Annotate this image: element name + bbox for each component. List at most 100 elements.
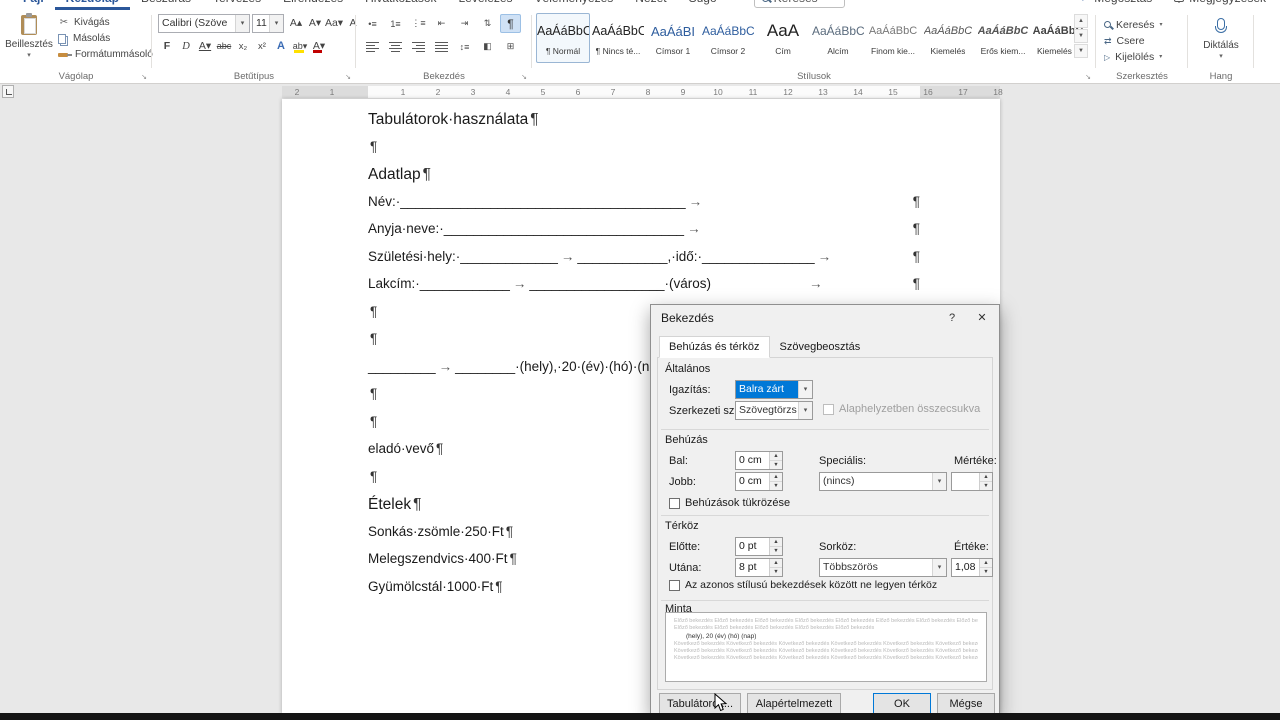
- dialog-launcher-icon[interactable]: ↘: [521, 73, 527, 81]
- close-button[interactable]: ✕: [967, 306, 997, 330]
- gallery-down-button[interactable]: ▼: [1074, 29, 1088, 43]
- indent-right-spinner[interactable]: 0 cm ▲ ▼: [735, 472, 783, 491]
- spin-up-icon[interactable]: ▲: [770, 473, 782, 481]
- search-box[interactable]: Keresés: [753, 0, 845, 8]
- chevron-down-icon[interactable]: ▾: [235, 15, 249, 32]
- spin-down-icon[interactable]: ▼: [770, 460, 782, 469]
- help-button[interactable]: ?: [937, 306, 967, 330]
- font-color-button[interactable]: A▾: [310, 37, 328, 55]
- justify-button[interactable]: [431, 37, 452, 56]
- tab-levelezés[interactable]: Levelezés: [448, 0, 524, 10]
- spin-down-icon[interactable]: ▼: [980, 567, 992, 576]
- borders-button[interactable]: ⊞: [500, 37, 521, 56]
- set-default-button[interactable]: Alapértelmezett: [747, 693, 841, 714]
- style-kiemelés[interactable]: AaÁáBbC Kiemelés: [921, 13, 975, 63]
- font-size-combo[interactable]: 11 ▾: [252, 14, 284, 33]
- chevron-down-icon[interactable]: ▾: [798, 381, 812, 398]
- italic-button[interactable]: D: [177, 37, 195, 55]
- sort-button[interactable]: ⇅: [477, 14, 498, 33]
- spin-up-icon[interactable]: ▲: [980, 473, 992, 481]
- tab-stop-selector[interactable]: [2, 85, 14, 98]
- style-alcím[interactable]: AaÁáBbC Alcím: [811, 13, 865, 63]
- tab-beszúrás[interactable]: Beszúrás: [130, 0, 202, 10]
- chevron-down-icon[interactable]: ▾: [932, 473, 946, 490]
- style-cím[interactable]: AaA Cím: [756, 13, 810, 63]
- line-spacing-combo[interactable]: Többszörös ▾: [819, 558, 947, 577]
- at-spinner[interactable]: 1,08 ▲ ▼: [951, 558, 993, 577]
- alignment-combo[interactable]: Balra zárt ▾: [735, 380, 813, 399]
- tab-véleményezés[interactable]: Véleményezés: [524, 0, 625, 10]
- gallery-expand-button[interactable]: ▼: [1074, 44, 1088, 58]
- find-button[interactable]: Keresés ▾: [1104, 17, 1163, 32]
- no-space-same-style-checkbox[interactable]: Az azonos stílusú bekezdések között ne l…: [669, 579, 937, 591]
- spacing-before-spinner[interactable]: 0 pt ▲ ▼: [735, 537, 783, 556]
- select-button[interactable]: Kijelölés ▾: [1104, 49, 1162, 64]
- underline-button[interactable]: A▾: [196, 37, 214, 55]
- dialog-titlebar[interactable]: Bekezdés ? ✕: [651, 305, 999, 331]
- tab-line-page-breaks[interactable]: Szövegbeosztás: [770, 336, 871, 358]
- subscript-button[interactable]: x₂: [234, 37, 252, 55]
- comments-button[interactable]: Megjegyzések: [1174, 0, 1266, 5]
- style-normál[interactable]: AaÁáBbCc ¶ Normál: [536, 13, 590, 63]
- horizontal-ruler[interactable]: 2 1 1 2 3 4 5 6 7 8 9 10 11 12 13 14 15 16 17 18: [0, 85, 1280, 99]
- shading-button[interactable]: ◧: [477, 37, 498, 56]
- tab-kezdőlap[interactable]: Kezdőlap: [54, 0, 131, 10]
- spin-down-icon[interactable]: ▼: [770, 481, 782, 490]
- spin-up-icon[interactable]: ▲: [770, 452, 782, 460]
- tab-indents-spacing[interactable]: Behúzás és térköz: [659, 336, 770, 358]
- dialog-launcher-icon[interactable]: ↘: [141, 73, 147, 81]
- special-combo[interactable]: (nincs) ▾: [819, 472, 947, 491]
- style-erős-kiem[interactable]: AaÁáBbC Erős kiem...: [976, 13, 1030, 63]
- cancel-button[interactable]: Mégse: [937, 693, 995, 714]
- font-family-combo[interactable]: Calibri (Szöve ▾: [158, 14, 250, 33]
- align-center-button[interactable]: [385, 37, 406, 56]
- strikethrough-button[interactable]: abc: [215, 37, 233, 55]
- text-effects-button[interactable]: A: [272, 37, 290, 55]
- másolás-button[interactable]: Másolás: [58, 31, 110, 46]
- formátummásoló-button[interactable]: Formátummásoló: [58, 47, 153, 62]
- decrease-indent-button[interactable]: ⇤: [431, 14, 452, 33]
- line-spacing-button[interactable]: ↕≡: [454, 37, 475, 56]
- increase-indent-button[interactable]: ⇥: [454, 14, 475, 33]
- ok-button[interactable]: OK: [873, 693, 931, 714]
- paste-button[interactable]: Beillesztés ▾: [4, 12, 54, 70]
- style-címsor-1[interactable]: AaÁáBI Címsor 1: [646, 13, 700, 63]
- spin-down-icon[interactable]: ▼: [770, 546, 782, 555]
- highlight-button[interactable]: ab▾: [291, 37, 309, 55]
- chevron-down-icon[interactable]: ▾: [269, 15, 283, 32]
- change-case-button[interactable]: Aa▾: [325, 14, 343, 32]
- multilevel-list-button[interactable]: ⋮≡: [408, 14, 429, 33]
- dialog-launcher-icon[interactable]: ↘: [1085, 73, 1091, 81]
- grow-font-button[interactable]: A▴: [287, 14, 305, 32]
- numbering-button[interactable]: 1≡: [385, 14, 406, 33]
- dictate-button[interactable]: Diktálás ▾: [1196, 14, 1246, 70]
- spin-up-icon[interactable]: ▲: [980, 559, 992, 567]
- shrink-font-button[interactable]: A▾: [306, 14, 324, 32]
- align-left-button[interactable]: [362, 37, 383, 56]
- superscript-button[interactable]: x²: [253, 37, 271, 55]
- gallery-up-button[interactable]: ▲: [1074, 14, 1088, 28]
- tab-file[interactable]: Fájl: [12, 0, 55, 9]
- style-címsor-2[interactable]: AaÁáBbC Címsor 2: [701, 13, 755, 63]
- spin-down-icon[interactable]: ▼: [770, 567, 782, 576]
- style-nincs-té[interactable]: AaÁáBbCc ¶ Nincs té...: [591, 13, 645, 63]
- tab-hivatkozások[interactable]: Hivatkozások: [354, 0, 447, 10]
- spin-up-icon[interactable]: ▲: [770, 538, 782, 546]
- tab-tervezés[interactable]: Tervezés: [202, 0, 272, 10]
- show-marks-button[interactable]: ¶: [500, 14, 521, 33]
- share-button[interactable]: ↗ Megosztás: [1081, 0, 1152, 5]
- spin-up-icon[interactable]: ▲: [770, 559, 782, 567]
- tab-nézet[interactable]: Nézet: [624, 0, 677, 10]
- mirror-indents-checkbox[interactable]: Behúzások tükrözése: [669, 497, 790, 509]
- bold-button[interactable]: F: [158, 37, 176, 55]
- chevron-down-icon[interactable]: ▾: [798, 402, 812, 419]
- indent-left-spinner[interactable]: 0 cm ▲ ▼: [735, 451, 783, 470]
- collapsed-by-default-checkbox[interactable]: Alaphelyzetben összecsukva: [823, 403, 980, 415]
- style-finom-kie[interactable]: AaÁáBbC Finom kie...: [866, 13, 920, 63]
- align-right-button[interactable]: [408, 37, 429, 56]
- by-spinner[interactable]: ▲ ▼: [951, 472, 993, 491]
- tab-súgó[interactable]: Súgó: [678, 0, 728, 10]
- tab-elrendezés[interactable]: Elrendezés: [272, 0, 354, 10]
- chevron-down-icon[interactable]: ▾: [932, 559, 946, 576]
- kivágás-button[interactable]: ✂ Kivágás: [58, 15, 110, 30]
